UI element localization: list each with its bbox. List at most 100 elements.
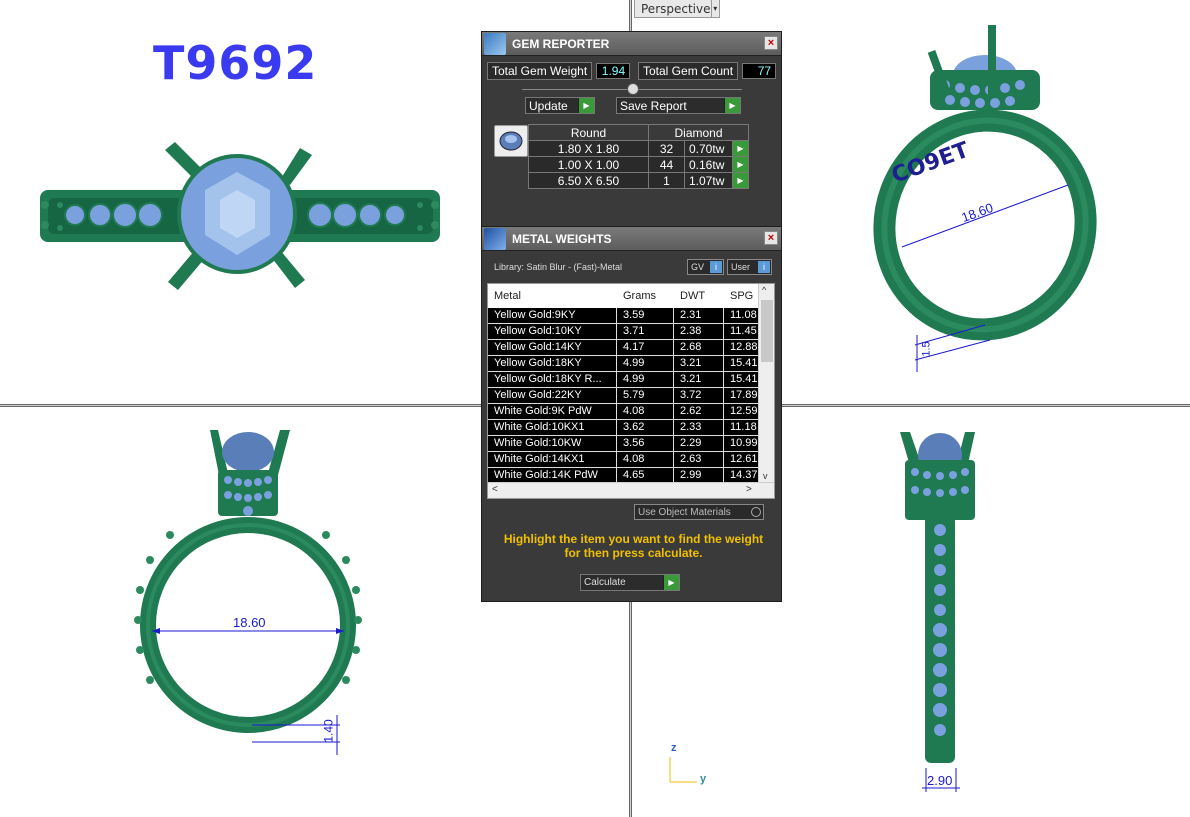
metal-weights-titlebar[interactable]: METAL WEIGHTS × bbox=[482, 227, 781, 251]
metal-grams: 4.99 bbox=[617, 371, 674, 388]
horizontal-scrollbar[interactable]: < > bbox=[488, 482, 774, 498]
dimension-thickness-front: 1.40 bbox=[321, 719, 336, 743]
info-icon[interactable]: i bbox=[758, 261, 770, 273]
metal-spg: 15.41 bbox=[724, 371, 760, 388]
list-item[interactable]: White Gold:14KX1 4.08 2.63 12.61 bbox=[488, 451, 774, 468]
metal-name: Yellow Gold:9KY bbox=[488, 307, 617, 324]
vertical-scrollbar[interactable]: ^ v bbox=[758, 284, 774, 482]
ring-top-view bbox=[40, 142, 440, 290]
update-label: Update bbox=[529, 98, 568, 113]
close-icon[interactable]: × bbox=[764, 36, 778, 50]
total-gem-count-value: 77 bbox=[742, 63, 777, 79]
scrollbar-thumb[interactable] bbox=[761, 300, 773, 362]
metal-spg: 15.41 bbox=[724, 355, 760, 372]
list-item[interactable]: Yellow Gold:18KY R... 4.99 3.21 15.41 bbox=[488, 371, 774, 388]
metal-list-body: Yellow Gold:9KY 3.59 2.31 11.08 Yellow Gold… bbox=[488, 307, 774, 484]
perspective-dropdown[interactable]: Perspective ▾ bbox=[634, 0, 720, 18]
metal-name: White Gold:9K PdW bbox=[488, 403, 617, 420]
metal-list-header: Metal Grams DWT SPG bbox=[488, 284, 774, 308]
metal-spg: 12.61 bbox=[724, 451, 760, 468]
metal-grams: 4.17 bbox=[617, 339, 674, 356]
user-label: User bbox=[731, 262, 751, 272]
metal-grams: 4.08 bbox=[617, 451, 674, 468]
metal-name: Yellow Gold:10KY bbox=[488, 323, 617, 340]
round-gem-icon[interactable] bbox=[494, 125, 528, 157]
metal-dwt: 3.21 bbox=[674, 371, 724, 388]
design-id-title: T9692 bbox=[153, 36, 318, 90]
total-gem-count-label: Total Gem Count bbox=[638, 62, 739, 80]
metal-weights-panel: METAL WEIGHTS × Library: Satin Blur - (F… bbox=[481, 226, 782, 602]
dimension-diameter-front: 18.60 bbox=[233, 615, 266, 630]
use-object-materials-toggle[interactable]: Use Object Materials bbox=[634, 504, 764, 520]
metal-spg: 12.59 bbox=[724, 403, 760, 420]
list-item[interactable]: Yellow Gold:9KY 3.59 2.31 11.08 bbox=[488, 307, 774, 324]
axis-indicator bbox=[669, 757, 697, 783]
gem-shape-header: Round bbox=[528, 124, 649, 141]
metal-dwt: 2.62 bbox=[674, 403, 724, 420]
scroll-right-icon[interactable]: > bbox=[746, 484, 752, 495]
metal-dwt: 3.72 bbox=[674, 387, 724, 404]
metal-name: White Gold:10KX1 bbox=[488, 419, 617, 436]
list-item[interactable]: White Gold:10KX1 3.62 2.33 11.18 bbox=[488, 419, 774, 436]
chevron-down-icon[interactable]: ▾ bbox=[710, 0, 720, 17]
ring-front-view bbox=[134, 430, 362, 755]
metal-name: Yellow Gold:18KY R... bbox=[488, 371, 617, 388]
list-item[interactable]: White Gold:9K PdW 4.08 2.62 12.59 bbox=[488, 403, 774, 420]
metal-list[interactable]: Metal Grams DWT SPG Yellow Gold:9KY 3.59 2… bbox=[487, 283, 775, 499]
gem-type-header: Diamond bbox=[648, 124, 749, 141]
metal-dwt: 3.21 bbox=[674, 355, 724, 372]
gem-count: 1 bbox=[648, 172, 685, 189]
gem-reporter-titlebar[interactable]: GEM REPORTER × bbox=[482, 32, 781, 56]
column-header-metal[interactable]: Metal bbox=[488, 290, 617, 302]
gv-toggle[interactable]: GV i bbox=[687, 259, 724, 275]
scroll-down-icon[interactable]: v bbox=[763, 471, 768, 481]
play-icon: ▶ bbox=[663, 575, 679, 590]
use-object-materials-label: Use Object Materials bbox=[638, 506, 731, 518]
radio-icon[interactable] bbox=[751, 507, 761, 517]
list-item[interactable]: Yellow Gold:10KY 3.71 2.38 11.45 bbox=[488, 323, 774, 340]
library-label: Library: Satin Blur - (Fast)-Metal bbox=[494, 262, 623, 272]
info-icon[interactable]: i bbox=[710, 261, 722, 273]
metal-spg: 11.45 bbox=[724, 323, 760, 340]
metal-name: Yellow Gold:22KY bbox=[488, 387, 617, 404]
metal-grams: 3.62 bbox=[617, 419, 674, 436]
close-icon[interactable]: × bbox=[764, 231, 778, 245]
splitter-handle[interactable] bbox=[627, 83, 639, 95]
scroll-up-icon[interactable]: ^ bbox=[762, 285, 766, 295]
total-gem-weight: Total Gem Weight 1.94 bbox=[487, 62, 631, 80]
table-row[interactable]: 1.00 X 1.00 44 0.16tw ▶ bbox=[528, 156, 749, 173]
calculate-button[interactable]: Calculate ▶ bbox=[580, 574, 680, 591]
gem-count: 44 bbox=[648, 156, 685, 173]
table-row[interactable]: 1.80 X 1.80 32 0.70tw ▶ bbox=[528, 140, 749, 157]
instruction-text: Highlight the item you want to find the … bbox=[503, 532, 764, 560]
total-gem-weight-value: 1.94 bbox=[596, 63, 631, 79]
metal-grams: 3.56 bbox=[617, 435, 674, 452]
metal-dwt: 2.33 bbox=[674, 419, 724, 436]
metal-grams: 4.08 bbox=[617, 403, 674, 420]
column-header-grams[interactable]: Grams bbox=[617, 290, 674, 302]
gem-weight: 0.70tw bbox=[684, 140, 733, 157]
column-header-dwt[interactable]: DWT bbox=[674, 290, 724, 302]
list-item[interactable]: Yellow Gold:22KY 5.79 3.72 17.89 bbox=[488, 387, 774, 404]
metal-spg: 12.88 bbox=[724, 339, 760, 356]
metal-grams: 3.71 bbox=[617, 323, 674, 340]
gem-table: Round Diamond 1.80 X 1.80 32 0.70tw ▶ 1.… bbox=[528, 124, 749, 189]
list-item[interactable]: Yellow Gold:18KY 4.99 3.21 15.41 bbox=[488, 355, 774, 372]
calculate-label: Calculate bbox=[584, 577, 626, 588]
list-item[interactable]: Yellow Gold:14KY 4.17 2.68 12.88 bbox=[488, 339, 774, 356]
metal-dwt: 2.63 bbox=[674, 451, 724, 468]
user-toggle[interactable]: User i bbox=[727, 259, 772, 275]
play-icon: ▶ bbox=[724, 98, 740, 113]
save-report-button[interactable]: Save Report ▶ bbox=[616, 97, 741, 114]
metal-spg: 11.08 bbox=[724, 307, 760, 324]
update-button[interactable]: Update ▶ bbox=[525, 97, 595, 114]
column-header-spg[interactable]: SPG bbox=[724, 290, 760, 302]
scroll-left-icon[interactable]: < bbox=[492, 484, 498, 495]
list-item[interactable]: White Gold:10KW 3.56 2.29 10.99 bbox=[488, 435, 774, 452]
table-row[interactable]: 6.50 X 6.50 1 1.07tw ▶ bbox=[528, 172, 749, 189]
play-icon[interactable]: ▶ bbox=[732, 156, 749, 173]
metal-name: Yellow Gold:18KY bbox=[488, 355, 617, 372]
play-icon[interactable]: ▶ bbox=[732, 140, 749, 157]
gem-size: 1.00 X 1.00 bbox=[528, 156, 649, 173]
play-icon[interactable]: ▶ bbox=[732, 172, 749, 189]
